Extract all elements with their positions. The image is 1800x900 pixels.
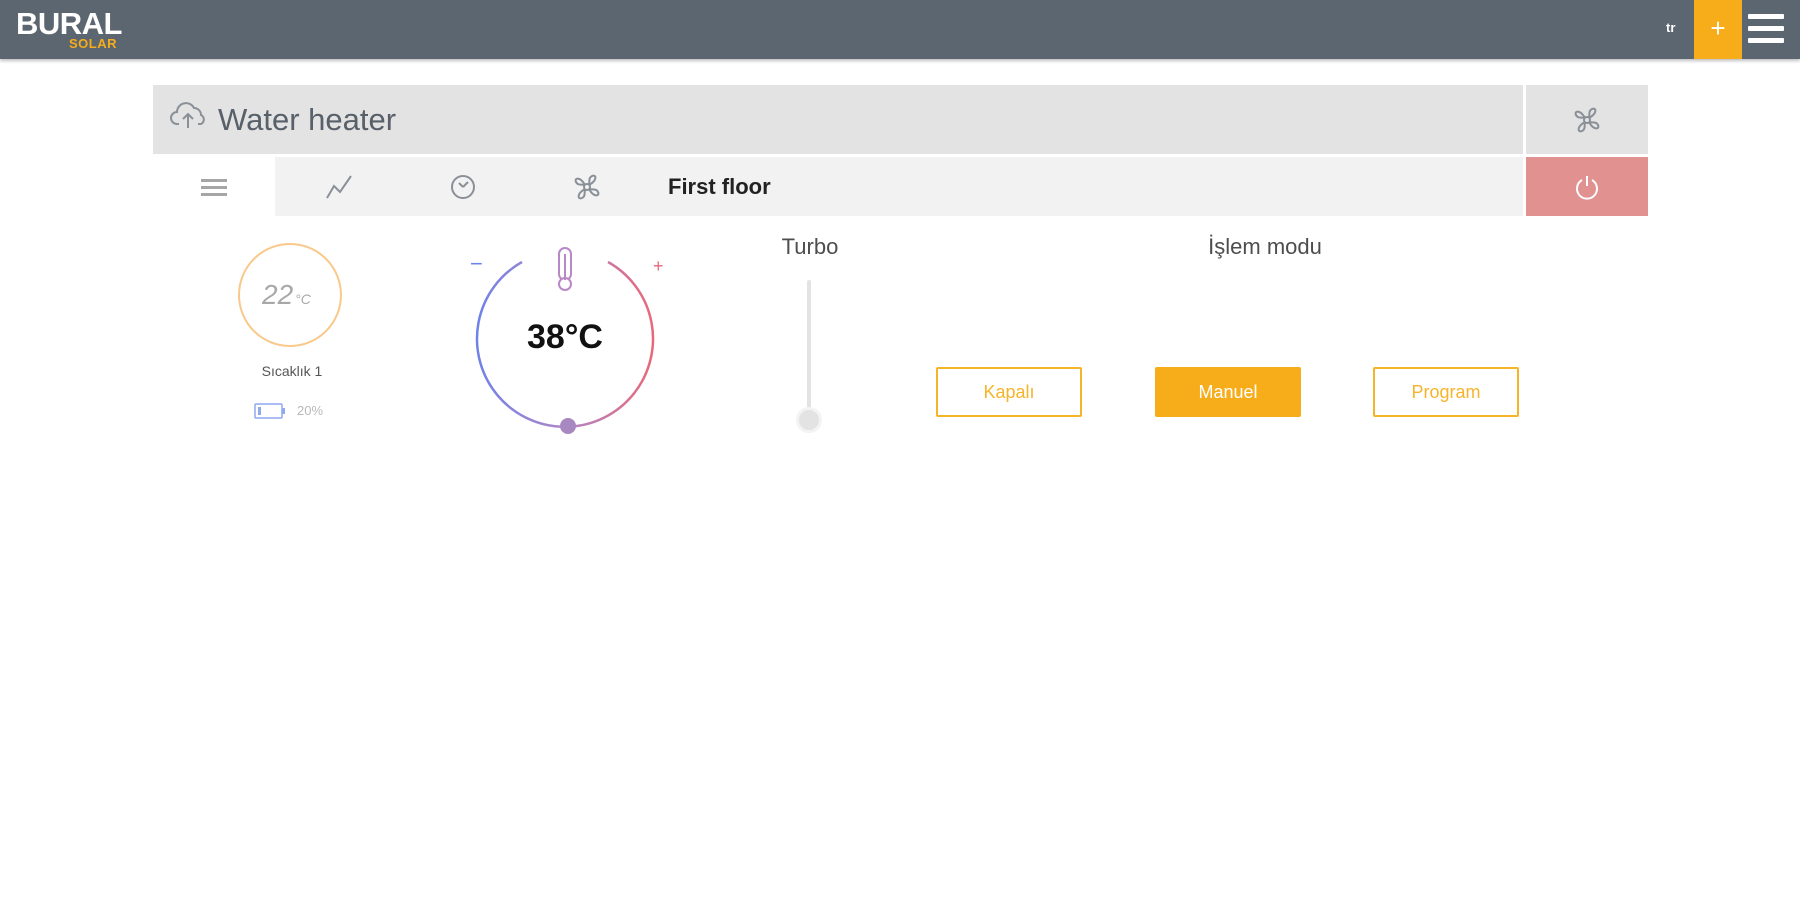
language-selector[interactable]: tr (1666, 20, 1675, 35)
increase-button[interactable]: + (653, 256, 664, 276)
device-title: Water heater (218, 102, 397, 137)
sensor-name: Sıcaklık 1 (261, 363, 323, 379)
sensor-temperature-value: 22 °C (262, 279, 311, 311)
top-navigation-bar: BURAL SOLAR tr + (0, 0, 1800, 59)
battery-percentage: 20% (297, 403, 324, 418)
tab-schedule[interactable] (402, 157, 524, 216)
tab-chart[interactable] (278, 157, 400, 216)
turbo-slider-track[interactable] (807, 280, 811, 415)
device-location: First floor (668, 174, 771, 199)
chart-icon (326, 174, 352, 199)
tab-overview[interactable] (153, 157, 275, 216)
mode-manual-button[interactable]: Manuel (1155, 367, 1301, 417)
bural-solar-logo[interactable]: BURAL SOLAR (16, 8, 146, 54)
fan-settings-button[interactable] (1526, 85, 1648, 154)
mode-off-button[interactable]: Kapalı (936, 367, 1082, 417)
clock-icon (451, 174, 475, 199)
sensor-value: 22 (262, 279, 294, 310)
power-icon (1576, 175, 1598, 200)
fan-icon (1574, 107, 1600, 133)
mode-program-button[interactable]: Program (1373, 367, 1519, 417)
dial-handle[interactable] (560, 418, 576, 434)
turbo-label: Turbo (781, 234, 839, 259)
decrease-button[interactable]: − (470, 251, 483, 276)
sensor-unit: °C (295, 291, 311, 307)
logo-brand-text: BURAL (16, 6, 123, 41)
logo-sub-text: SOLAR (69, 36, 117, 51)
setpoint-value: 38°C (527, 318, 603, 356)
turbo-slider-handle[interactable] (796, 407, 822, 433)
tab-fan[interactable] (526, 157, 648, 216)
hamburger-menu-icon[interactable] (1748, 14, 1784, 46)
fan-icon (574, 174, 600, 199)
add-device-button[interactable]: + (1694, 0, 1742, 59)
list-icon (201, 178, 227, 196)
battery-icon (254, 403, 285, 419)
cloud-upload-icon (170, 102, 205, 128)
thermometer-icon (558, 247, 572, 291)
operation-mode-label: İşlem modu (1208, 234, 1322, 259)
power-button[interactable] (1526, 157, 1648, 216)
